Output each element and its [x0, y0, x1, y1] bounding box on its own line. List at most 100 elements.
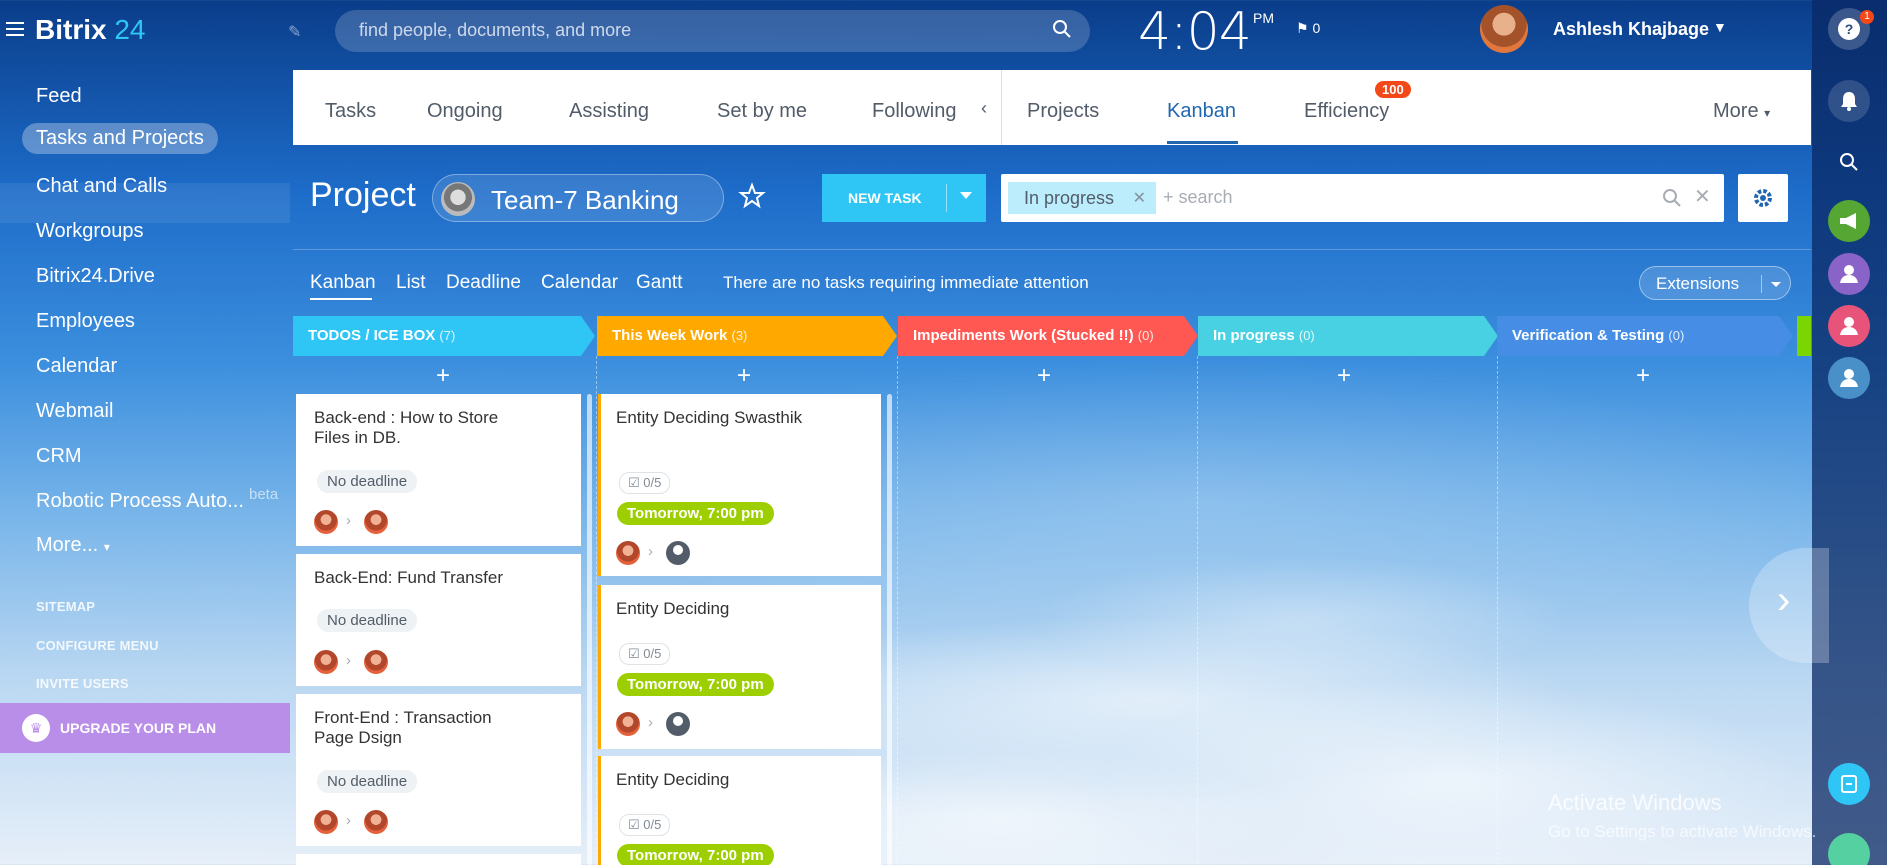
work-day-flag[interactable]: ⚑ 0 [1296, 20, 1320, 37]
sidebar-item-rpa[interactable]: Robotic Process Auto... [36, 490, 244, 513]
tab-tasks[interactable]: Tasks [325, 100, 376, 123]
app-logo[interactable]: Bitrix 24 [35, 14, 146, 46]
chevron-down-icon[interactable]: ▼ [1713, 19, 1727, 35]
avatar[interactable] [364, 510, 388, 534]
upgrade-plan-button[interactable]: ♛ UPGRADE YOUR PLAN [0, 703, 290, 753]
view-deadline[interactable]: Deadline [446, 272, 521, 294]
kanban-column-header[interactable]: TODOS / ICE BOX (7) [293, 316, 595, 356]
chevron-down-icon[interactable] [1771, 282, 1781, 287]
deadline-badge[interactable]: Tomorrow, 7:00 pm [617, 673, 774, 696]
sidebar-item-drive[interactable]: Bitrix24.Drive [36, 265, 155, 288]
user-contact-icon[interactable] [1828, 253, 1870, 295]
sidebar-item-feed[interactable]: Feed [36, 85, 82, 108]
add-task-plus-icon[interactable]: + [1037, 362, 1051, 390]
new-task-button[interactable]: NEW TASK [822, 174, 986, 222]
sidebar-item-employees[interactable]: Employees [36, 310, 135, 333]
add-task-plus-icon[interactable]: + [1636, 362, 1650, 390]
avatar[interactable] [616, 712, 640, 736]
menu-icon[interactable] [6, 22, 24, 36]
column-scrollbar[interactable] [587, 394, 592, 865]
invite-users-link[interactable]: INVITE USERS [36, 676, 129, 691]
filter-search-field[interactable]: In progress ✕ + search ✕ [1001, 174, 1724, 222]
task-title[interactable]: Entity Deciding [616, 599, 816, 619]
clock-time[interactable]: 4:04 [1138, 2, 1252, 62]
avatar[interactable] [364, 810, 388, 834]
avatar[interactable] [314, 510, 338, 534]
tab-ongoing[interactable]: Ongoing [427, 100, 503, 123]
add-task-plus-icon[interactable]: + [737, 362, 751, 390]
user-contact-icon[interactable] [1828, 357, 1870, 399]
avatar[interactable] [314, 650, 338, 674]
view-gantt[interactable]: Gantt [636, 272, 682, 294]
kanban-column-header[interactable]: This Week Work (3) [597, 316, 897, 356]
task-card[interactable] [296, 854, 581, 865]
task-card[interactable]: Back-end : How to Store Files in DB. No … [296, 394, 581, 546]
phone-icon[interactable] [1828, 833, 1870, 865]
sidebar-item-calendar[interactable]: Calendar [36, 355, 117, 378]
tab-projects[interactable]: Projects [1027, 100, 1099, 123]
edit-pencil-icon[interactable]: ✎ [288, 22, 301, 42]
tab-efficiency[interactable]: Efficiency [1304, 100, 1389, 123]
task-card[interactable]: Entity Deciding ☑ 0/5 Tomorrow, 7:00 pm … [598, 585, 881, 749]
search-icon[interactable] [1662, 188, 1682, 208]
avatar[interactable] [364, 650, 388, 674]
task-card[interactable]: Entity Deciding Swasthik ☑ 0/5 Tomorrow,… [598, 394, 881, 576]
sidebar-item-workgroups[interactable]: Workgroups [36, 220, 143, 243]
open-lines-icon[interactable] [1828, 763, 1870, 805]
star-icon[interactable] [738, 182, 766, 210]
extensions-button[interactable]: Extensions [1639, 266, 1791, 300]
task-title[interactable]: Entity Deciding [616, 770, 816, 790]
kanban-column-header[interactable]: Impediments Work (Stucked !!) (0) [898, 316, 1198, 356]
sidebar-item-webmail[interactable]: Webmail [36, 400, 113, 423]
announcement-icon[interactable] [1828, 200, 1870, 242]
user-contact-icon[interactable] [1828, 305, 1870, 347]
search-icon[interactable] [1828, 141, 1870, 183]
tab-following[interactable]: Following [872, 100, 956, 123]
tab-set-by-me[interactable]: Set by me [717, 100, 807, 123]
settings-button[interactable] [1738, 174, 1788, 222]
deadline-badge[interactable]: No deadline [317, 470, 418, 493]
clear-icon[interactable]: ✕ [1694, 184, 1711, 209]
view-list[interactable]: List [396, 272, 426, 294]
sitemap-link[interactable]: SITEMAP [36, 599, 95, 614]
task-card[interactable]: Back-End: Fund Transfer No deadline › [296, 554, 581, 686]
tab-more[interactable]: More ▾ [1713, 100, 1770, 123]
avatar[interactable] [314, 810, 338, 834]
user-name[interactable]: Ashlesh Khajbage [1553, 19, 1709, 40]
view-kanban[interactable]: Kanban [310, 272, 376, 294]
filter-chip-in-progress[interactable]: In progress ✕ [1008, 182, 1157, 214]
search-icon[interactable] [1052, 19, 1072, 39]
task-title[interactable]: Front-End : Transaction Page Dsign [314, 708, 514, 748]
sidebar-item-crm[interactable]: CRM [36, 445, 82, 468]
deadline-badge[interactable]: No deadline [317, 609, 418, 632]
deadline-badge[interactable]: Tomorrow, 7:00 pm [617, 502, 774, 525]
column-scrollbar[interactable] [887, 394, 892, 865]
task-card[interactable]: Entity Deciding ☑ 0/5 Tomorrow, 7:00 pm [598, 756, 881, 865]
avatar[interactable] [666, 712, 690, 736]
notifications-bell-icon[interactable] [1828, 80, 1870, 122]
user-avatar[interactable] [1480, 5, 1528, 53]
sidebar-item-more[interactable]: More... ▾ [36, 534, 110, 557]
avatar[interactable] [616, 541, 640, 565]
view-calendar[interactable]: Calendar [541, 272, 618, 294]
filter-search-input[interactable]: + search [1163, 187, 1233, 208]
sidebar-item-chat-and-calls[interactable]: Chat and Calls [36, 175, 167, 198]
project-selector[interactable]: Team-7 Banking [432, 174, 724, 222]
tab-assisting[interactable]: Assisting [569, 100, 649, 123]
add-task-plus-icon[interactable]: + [436, 362, 450, 390]
close-icon[interactable]: ✕ [1133, 188, 1146, 208]
kanban-column-header[interactable]: Verification & Testing (0) [1497, 316, 1793, 356]
kanban-scroll-right-button[interactable]: › [1749, 548, 1829, 663]
kanban-column-header[interactable]: In progress (0) [1198, 316, 1498, 356]
add-task-plus-icon[interactable]: + [1337, 362, 1351, 390]
chevron-left-icon[interactable]: ‹ [981, 98, 987, 119]
task-title[interactable]: Back-end : How to Store Files in DB. [314, 408, 514, 448]
task-title[interactable]: Back-End: Fund Transfer [314, 568, 514, 588]
deadline-badge[interactable]: No deadline [317, 770, 418, 793]
task-title[interactable]: Entity Deciding Swasthik [616, 408, 816, 428]
deadline-badge[interactable]: Tomorrow, 7:00 pm [617, 844, 774, 865]
avatar[interactable] [666, 541, 690, 565]
tab-kanban[interactable]: Kanban [1167, 100, 1236, 123]
task-card[interactable]: Front-End : Transaction Page Dsign No de… [296, 694, 581, 846]
chevron-down-icon[interactable] [960, 192, 972, 199]
